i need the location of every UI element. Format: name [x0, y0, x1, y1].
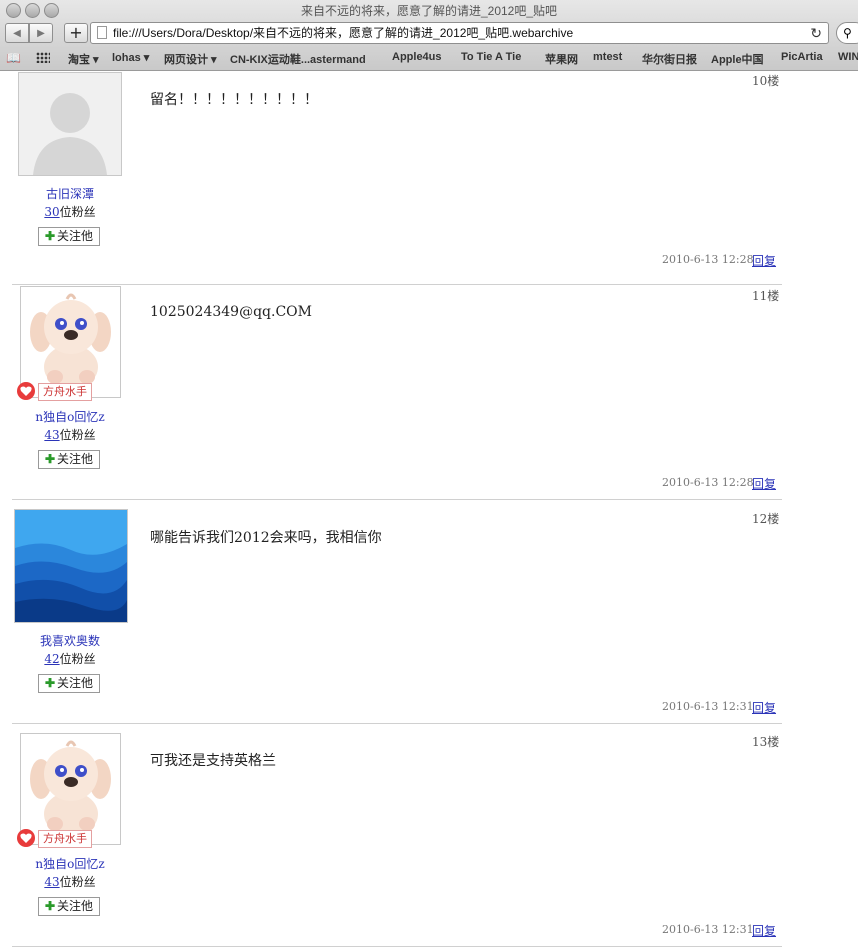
fans-count: 43位粉丝: [44, 428, 96, 442]
bookmark-item[interactable]: PicArtia: [781, 51, 823, 63]
bookmark-item[interactable]: WIN: [838, 51, 858, 63]
post-content: 留名！！！！！！！！！！: [150, 92, 318, 108]
follow-button[interactable]: ✚ 关注他: [38, 227, 100, 246]
post-content: 1025024349@qq.COM: [150, 304, 312, 320]
reply-link[interactable]: 回复: [752, 475, 776, 492]
add-bookmark-button[interactable]: +: [64, 23, 88, 43]
fans-count-link[interactable]: 43: [44, 875, 59, 889]
post-floor-12: 12楼 我喜欢奥数 42位粉丝 ✚ 关注他 哪能告诉我们2012会来吗，我相信你 …: [12, 500, 782, 724]
floor-number: 10楼: [752, 74, 780, 88]
post-content: 可我还是支持英格兰: [150, 753, 276, 769]
page-content: 10楼 古旧深潭 30位粉丝 ✚ 关注他 留名！！！！！！！！！！ 2010-6-…: [0, 71, 858, 951]
heart-icon: [17, 829, 35, 847]
plus-icon: ✚: [44, 899, 56, 913]
reply-link[interactable]: 回复: [752, 699, 776, 716]
window-title: 来自不远的将来，愿意了解的请进_2012吧_贴吧: [300, 4, 558, 18]
floor-number: 11楼: [752, 289, 780, 303]
heart-icon: [17, 382, 35, 400]
follow-button[interactable]: ✚ 关注他: [38, 450, 100, 469]
reload-icon[interactable]: ↻: [810, 23, 822, 43]
title-bar: 来自不远的将来，愿意了解的请进_2012吧_贴吧: [0, 0, 858, 20]
forward-button[interactable]: ▶: [29, 23, 53, 43]
back-button[interactable]: ◀: [5, 23, 29, 43]
fans-count: 30位粉丝: [44, 205, 96, 219]
follow-button[interactable]: ✚ 关注他: [38, 674, 100, 693]
plus-icon: ✚: [44, 452, 56, 466]
post-floor-13: 13楼 方舟水手 n独自o回忆z 43位粉丝 ✚ 关注他 可我还是支持英格兰 2…: [12, 723, 782, 947]
plus-icon: +: [69, 23, 83, 42]
floor-number: 12楼: [752, 512, 780, 526]
badge-label: 方舟水手: [38, 830, 92, 848]
plus-icon: ✚: [44, 229, 56, 243]
default-avatar-icon: [19, 73, 121, 175]
fans-count-link[interactable]: 42: [44, 652, 59, 666]
user-name-link[interactable]: n独自o回忆z: [12, 408, 128, 425]
post-floor-10: 10楼 古旧深潭 30位粉丝 ✚ 关注他 留名！！！！！！！！！！ 2010-6-…: [12, 61, 782, 285]
back-arrow-icon: ◀: [13, 28, 21, 39]
post-floor-11: 11楼 方舟水手 n独自o回忆z 43位粉丝 ✚ 关注他 1025024349@…: [12, 276, 782, 500]
post-time: 2010-6-13 12:31: [662, 700, 754, 713]
reply-link[interactable]: 回复: [752, 922, 776, 939]
search-icon: ⚲: [843, 26, 852, 40]
page-icon: [97, 26, 107, 39]
avatar[interactable]: [18, 72, 122, 176]
plus-icon: ✚: [44, 676, 56, 690]
fans-count-link[interactable]: 43: [44, 428, 59, 442]
post-time: 2010-6-13 12:31: [662, 923, 754, 936]
user-name-link[interactable]: n独自o回忆z: [12, 855, 128, 872]
fans-count: 42位粉丝: [44, 652, 96, 666]
post-time: 2010-6-13 12:28: [662, 476, 754, 489]
reply-link[interactable]: 回复: [752, 252, 776, 269]
toolbar: ◀ ▶ + file:///Users/Dora/Desktop/来自不远的将来…: [0, 22, 858, 46]
address-bar[interactable]: file:///Users/Dora/Desktop/来自不远的将来，愿意了解的…: [90, 22, 829, 44]
post-time: 2010-6-13 12:28: [662, 253, 754, 266]
follow-button[interactable]: ✚ 关注他: [38, 897, 100, 916]
fans-count-link[interactable]: 30: [44, 205, 59, 219]
search-field[interactable]: ⚲: [836, 22, 858, 44]
user-name-link[interactable]: 古旧深潭: [12, 185, 128, 202]
url-text: file:///Users/Dora/Desktop/来自不远的将来，愿意了解的…: [113, 26, 574, 40]
forward-arrow-icon: ▶: [37, 28, 45, 39]
floor-number: 13楼: [752, 735, 780, 749]
avatar[interactable]: [14, 509, 128, 623]
fans-count: 43位粉丝: [44, 875, 96, 889]
post-content: 哪能告诉我们2012会来吗，我相信你: [150, 530, 382, 546]
mountain-landscape-avatar-icon: [15, 510, 127, 622]
user-name-link[interactable]: 我喜欢奥数: [12, 632, 128, 649]
badge-label: 方舟水手: [38, 383, 92, 401]
